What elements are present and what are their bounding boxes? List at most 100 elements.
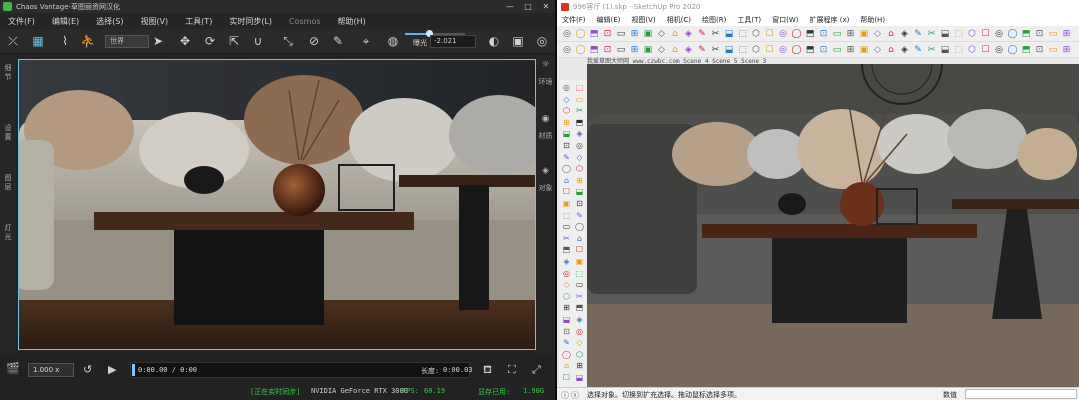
toolbar1-icon-1[interactable]: ◎: [561, 28, 573, 40]
su-menu-file[interactable]: 文件(F): [562, 15, 586, 25]
su-menu-edit[interactable]: 编辑(E): [597, 15, 621, 25]
environment-icon[interactable]: ☼: [538, 60, 553, 70]
minimize-button[interactable]: —: [501, 0, 519, 13]
tab-environment[interactable]: 环境: [538, 78, 553, 87]
view-mode-dropdown[interactable]: 世界: [105, 35, 149, 48]
fullscreen-icon[interactable]: ⤢: [532, 363, 541, 377]
tool-palette-icon-40[interactable]: ⬒: [574, 302, 585, 313]
grid-camera-icon[interactable]: ▦: [30, 33, 46, 49]
tool-palette-icon-49[interactable]: ⌂: [561, 360, 572, 371]
toolbar2-icon-11[interactable]: ✎: [696, 44, 708, 56]
object-icon[interactable]: ◈: [538, 166, 553, 176]
tool-palette-icon-39[interactable]: ⊞: [561, 302, 572, 313]
tool-palette-icon-22[interactable]: ⊡: [574, 198, 585, 209]
toolbar2-icon-34[interactable]: ◯: [1007, 44, 1019, 56]
toolbar1-icon-13[interactable]: ⬓: [723, 28, 735, 40]
toolbar2-icon-27[interactable]: ✎: [912, 44, 924, 56]
toolbar1-icon-28[interactable]: ✂: [926, 28, 938, 40]
toolbar2-icon-33[interactable]: ◎: [993, 44, 1005, 56]
toolbar1-icon-17[interactable]: ◎: [777, 28, 789, 40]
toolbar2-icon-15[interactable]: ⬡: [750, 44, 762, 56]
toolbar2-icon-37[interactable]: ▭: [1047, 44, 1059, 56]
timeline-cursor[interactable]: [132, 364, 135, 376]
material-icon[interactable]: ◉: [538, 114, 553, 124]
tool-palette-icon-24[interactable]: ✎: [574, 210, 585, 221]
tool-palette-icon-51[interactable]: ☐: [561, 372, 572, 383]
tool-palette-icon-46[interactable]: ◇: [574, 337, 585, 348]
tool-palette-icon-18[interactable]: ⊞: [574, 175, 585, 186]
tool-palette-icon-50[interactable]: ⊞: [574, 360, 585, 371]
toolbar2-icon-16[interactable]: ☐: [764, 44, 776, 56]
tool-palette-icon-36[interactable]: ▭: [574, 279, 585, 290]
toolbar2-icon-17[interactable]: ◎: [777, 44, 789, 56]
toolbar2-icon-3[interactable]: ⬒: [588, 44, 600, 56]
side-tab-layers[interactable]: 图层: [2, 174, 14, 192]
tool-palette-icon-52[interactable]: ⬓: [574, 372, 585, 383]
tab-objects[interactable]: 对象: [538, 184, 553, 193]
side-tab-detail[interactable]: 细节: [2, 64, 14, 82]
snap-icon[interactable]: ⤡: [280, 33, 296, 49]
sketchup-viewport[interactable]: [587, 64, 1079, 387]
info-icon[interactable]: ⓘ: [561, 390, 569, 400]
su-menu-view[interactable]: 视图(V): [631, 15, 655, 25]
select-arrow-icon[interactable]: ➤: [150, 33, 166, 49]
toolbar2-icon-28[interactable]: ✂: [926, 44, 938, 56]
toolbar2-icon-18[interactable]: ◯: [791, 44, 803, 56]
toolbar1-icon-27[interactable]: ✎: [912, 28, 924, 40]
menu-file[interactable]: 文件(F): [8, 16, 35, 27]
toolbar2-icon-22[interactable]: ⊞: [845, 44, 857, 56]
toolbar1-icon-37[interactable]: ▭: [1047, 28, 1059, 40]
tool-palette-icon-30[interactable]: ☐: [574, 244, 585, 255]
vantage-render-viewport[interactable]: [18, 59, 536, 350]
menu-tools[interactable]: 工具(T): [185, 16, 212, 27]
toolbar1-icon-36[interactable]: ⊡: [1034, 28, 1046, 40]
camera-axes-icon[interactable]: ⤫: [5, 33, 21, 49]
toolbar2-icon-23[interactable]: ▣: [858, 44, 870, 56]
toolbar2-icon-9[interactable]: ⌂: [669, 44, 681, 56]
toolbar1-icon-34[interactable]: ◯: [1007, 28, 1019, 40]
toolbar2-icon-4[interactable]: ⊡: [602, 44, 614, 56]
toolbar1-icon-21[interactable]: ▭: [831, 28, 843, 40]
side-tab-settings[interactable]: 设置: [2, 124, 14, 142]
toolbar1-icon-38[interactable]: ⊞: [1061, 28, 1073, 40]
tool-palette-icon-20[interactable]: ⬓: [574, 186, 585, 197]
tool-palette-icon-19[interactable]: ☐: [561, 186, 572, 197]
move-icon[interactable]: ✥: [177, 33, 193, 49]
brush-icon[interactable]: ✎: [330, 33, 346, 49]
toolbar2-icon-8[interactable]: ◇: [656, 44, 668, 56]
menu-live-sync[interactable]: 实时同步(L): [229, 16, 272, 27]
tool-palette-icon-25[interactable]: ▭: [561, 221, 572, 232]
tool-palette-icon-32[interactable]: ▣: [574, 256, 585, 267]
toolbar1-icon-5[interactable]: ▭: [615, 28, 627, 40]
tool-palette-icon-33[interactable]: ◎: [561, 268, 572, 279]
palette-icon[interactable]: ◍: [385, 33, 401, 49]
toolbar2-icon-38[interactable]: ⊞: [1061, 44, 1073, 56]
toolbar1-icon-4[interactable]: ⊡: [602, 28, 614, 40]
tool-palette-icon-2[interactable]: ⬚: [574, 82, 585, 93]
toolbar1-icon-7[interactable]: ▣: [642, 28, 654, 40]
tool-palette-icon-44[interactable]: ◎: [574, 326, 585, 337]
toolbar2-icon-31[interactable]: ⬡: [966, 44, 978, 56]
toolbar2-icon-13[interactable]: ⬓: [723, 44, 735, 56]
tool-palette-icon-45[interactable]: ✎: [561, 337, 572, 348]
magnet-icon[interactable]: ∪: [250, 33, 266, 49]
toolbar1-icon-12[interactable]: ✂: [710, 28, 722, 40]
tool-palette-icon-16[interactable]: ⬡: [574, 163, 585, 174]
su-menu-tools[interactable]: 工具(T): [737, 15, 761, 25]
toolbar2-icon-6[interactable]: ⊞: [629, 44, 641, 56]
tool-palette-icon-4[interactable]: ▭: [574, 94, 585, 105]
toolbar1-icon-6[interactable]: ⊞: [629, 28, 641, 40]
menu-edit[interactable]: 编辑(E): [52, 16, 79, 27]
menu-select[interactable]: 选择(S): [96, 16, 123, 27]
credits-icon[interactable]: ⓢ: [571, 390, 579, 400]
toolbar1-icon-35[interactable]: ⬒: [1020, 28, 1032, 40]
toolbar1-icon-24[interactable]: ◇: [872, 28, 884, 40]
tool-palette-icon-47[interactable]: ◯: [561, 349, 572, 360]
tool-palette-icon-27[interactable]: ✂: [561, 233, 572, 244]
loop-icon[interactable]: ↺: [83, 363, 92, 376]
play-button-icon[interactable]: ▶: [108, 363, 116, 376]
toolbar1-icon-8[interactable]: ◇: [656, 28, 668, 40]
material-picker-icon[interactable]: ⊘: [306, 33, 322, 49]
toolbar2-icon-5[interactable]: ▭: [615, 44, 627, 56]
tool-palette-icon-41[interactable]: ⬓: [561, 314, 572, 325]
